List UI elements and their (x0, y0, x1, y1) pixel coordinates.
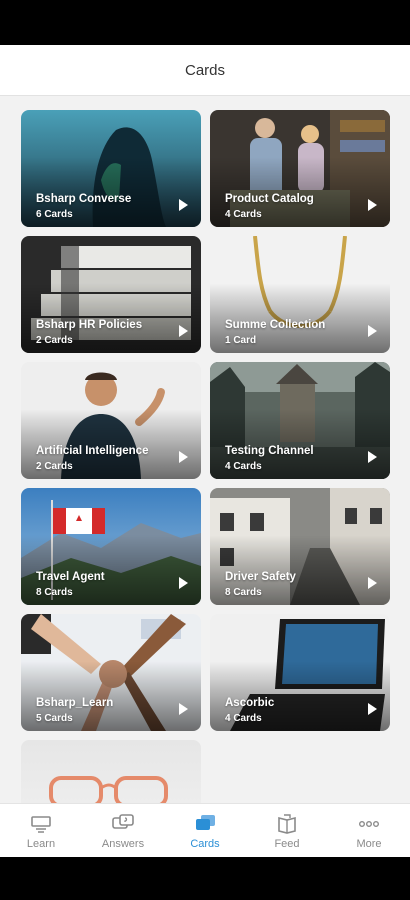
more-icon (359, 820, 380, 827)
bottom-tab-bar: Learn Answers Cards Feed More (0, 803, 410, 857)
play-icon[interactable] (179, 703, 188, 715)
cards-icon (196, 815, 215, 830)
card-bsharp-learn[interactable]: Bsharp_Learn 5 Cards (21, 614, 201, 731)
card-title: Bsharp Converse (36, 193, 132, 205)
card-count: 8 Cards (225, 587, 262, 598)
play-icon[interactable] (368, 703, 377, 715)
card-bsharp-hr-policies[interactable]: Bsharp HR Policies 2 Cards (21, 236, 201, 353)
tab-answers[interactable]: Answers (82, 804, 164, 857)
card-testing-channel[interactable]: Testing Channel 4 Cards (210, 362, 390, 479)
app-header: Cards (0, 45, 410, 96)
card-count: 2 Cards (36, 461, 73, 472)
play-icon[interactable] (179, 577, 188, 589)
tab-label: Answers (101, 838, 145, 850)
tab-learn[interactable]: Learn (0, 804, 82, 857)
card-count: 2 Cards (36, 335, 73, 346)
play-icon[interactable] (179, 199, 188, 211)
card-travel-agent[interactable]: Travel Agent 8 Cards (21, 488, 201, 605)
card-title: Product Catalog (225, 193, 314, 205)
card-count: 5 Cards (36, 713, 73, 724)
play-icon[interactable] (368, 325, 377, 337)
answers-icon (112, 814, 134, 829)
tab-label: Cards (190, 838, 220, 850)
card-count: 4 Cards (225, 209, 262, 220)
play-icon[interactable] (368, 199, 377, 211)
card-title: Bsharp HR Policies (36, 319, 143, 331)
card-product-catalog[interactable]: Product Catalog 4 Cards (210, 110, 390, 227)
play-icon[interactable] (368, 577, 377, 589)
card-count: 1 Card (225, 335, 257, 346)
card-title: Bsharp_Learn (36, 697, 114, 709)
card-ascorbic[interactable]: Ascorbic 4 Cards (210, 614, 390, 731)
card-count: 6 Cards (36, 209, 73, 220)
tab-more[interactable]: More (328, 804, 410, 857)
tab-label: Learn (26, 838, 56, 850)
card-title: Artificial Intelligence (36, 445, 149, 457)
app-screen: Cards Bsharp Converse 6 Cards Product Ca… (0, 45, 410, 857)
card-title: Ascorbic (225, 697, 275, 709)
card-bsharp-converse[interactable]: Bsharp Converse 6 Cards (21, 110, 201, 227)
tab-label: More (356, 838, 382, 850)
page-title: Cards (184, 61, 225, 79)
card-count: 8 Cards (36, 587, 73, 598)
card-count: 4 Cards (225, 713, 262, 724)
feed-icon (278, 814, 296, 834)
card-count: 4 Cards (225, 461, 262, 472)
card-title: Travel Agent (36, 571, 105, 583)
tab-cards[interactable]: Cards (164, 804, 246, 857)
card-title: Summe Collection (225, 319, 326, 331)
card-title: Testing Channel (225, 445, 314, 457)
tab-label: Feed (274, 838, 300, 850)
card-title: Driver Safety (225, 571, 296, 583)
play-icon[interactable] (179, 451, 188, 463)
play-icon[interactable] (368, 451, 377, 463)
card-artificial-intelligence[interactable]: Artificial Intelligence 2 Cards (21, 362, 201, 479)
play-icon[interactable] (179, 325, 188, 337)
card-driver-safety[interactable]: Driver Safety 8 Cards (210, 488, 390, 605)
card-summe-collection[interactable]: Summe Collection 1 Card (210, 236, 390, 353)
tab-feed[interactable]: Feed (246, 804, 328, 857)
learn-icon (31, 816, 51, 833)
